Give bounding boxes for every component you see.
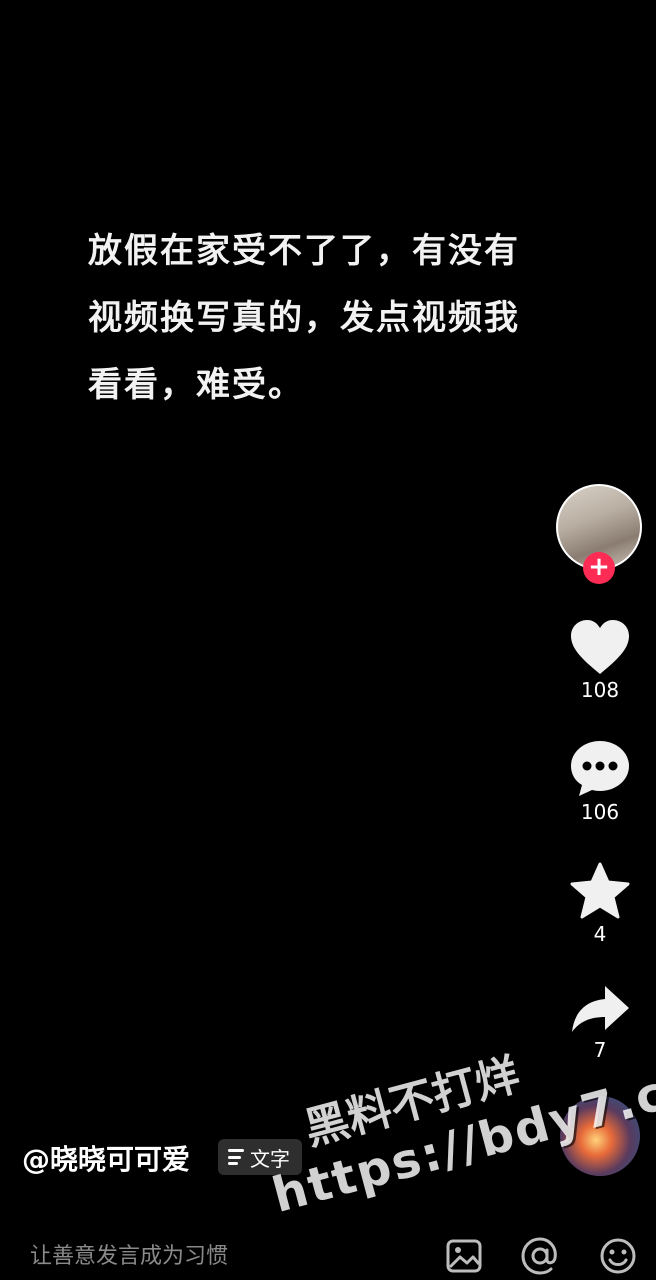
text-chip[interactable]: 文字 <box>218 1139 302 1175</box>
like-count: 108 <box>580 678 620 702</box>
share-icon <box>572 986 629 1032</box>
image-icon[interactable] <box>444 1236 484 1276</box>
favorite-count: 4 <box>593 922 607 946</box>
comment-count: 106 <box>580 800 620 824</box>
post-text: 放假在家受不了了，有没有 视频换写真的，发点视频我 看看，难受。 <box>88 218 558 419</box>
star-icon <box>570 862 630 919</box>
music-disc[interactable] <box>560 1096 640 1176</box>
like-button[interactable]: 108 <box>556 618 644 702</box>
text-chip-label: 文字 <box>250 1146 290 1171</box>
post-text-line: 看看，难受。 <box>88 365 304 405</box>
heart-icon <box>571 620 629 674</box>
comment-icon <box>571 741 629 796</box>
favorite-button[interactable]: 4 <box>556 862 644 946</box>
author-handle[interactable]: @晓晓可可爱 <box>22 1138 190 1178</box>
post-text-line: 放假在家受不了了，有没有 <box>88 231 520 271</box>
share-count: 7 <box>593 1038 607 1062</box>
comment-button[interactable]: 106 <box>556 738 644 824</box>
author-avatar-group[interactable]: + <box>556 484 642 584</box>
post-text-line: 视频换写真的，发点视频我 <box>88 298 520 338</box>
text-lines-icon <box>228 1149 244 1165</box>
comment-input[interactable]: 让善意发言成为习惯 <box>30 1238 228 1270</box>
emoji-icon[interactable] <box>598 1236 638 1276</box>
share-button[interactable]: 7 <box>556 984 644 1062</box>
follow-button[interactable]: + <box>583 552 615 584</box>
at-icon[interactable] <box>520 1236 560 1276</box>
